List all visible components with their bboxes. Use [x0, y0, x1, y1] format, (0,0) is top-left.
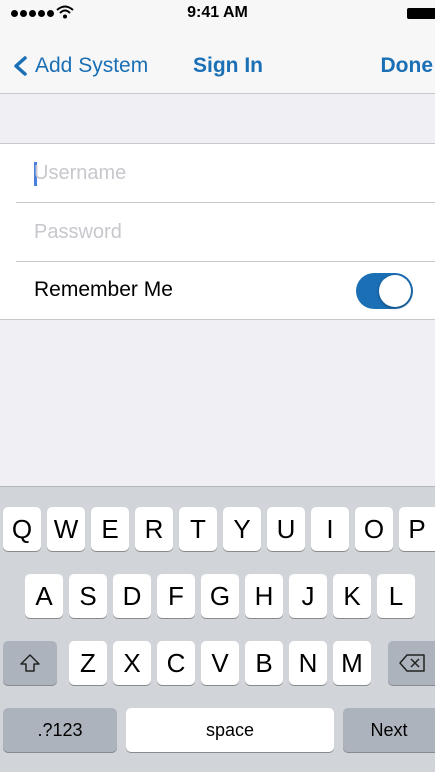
key-y[interactable]: Y: [223, 507, 261, 551]
key-q[interactable]: Q: [3, 507, 41, 551]
remember-me-toggle[interactable]: [356, 273, 413, 309]
delete-key[interactable]: [388, 641, 435, 685]
status-bar: 9:41 AM: [0, 0, 435, 40]
key-a[interactable]: A: [25, 574, 63, 618]
done-button[interactable]: Done: [381, 54, 434, 78]
key-s[interactable]: S: [69, 574, 107, 618]
keyboard-row-4: .?123 space Next: [0, 708, 435, 752]
key-u[interactable]: U: [267, 507, 305, 551]
key-c[interactable]: C: [157, 641, 195, 685]
battery-icon: [407, 8, 435, 19]
keyboard: Q W E R T Y U I O P A S D F G H J K L Z …: [0, 486, 435, 772]
status-time: 9:41 AM: [187, 4, 248, 21]
key-l[interactable]: L: [377, 574, 415, 618]
key-z[interactable]: Z: [69, 641, 107, 685]
key-j[interactable]: J: [289, 574, 327, 618]
back-button[interactable]: Add System: [12, 51, 148, 81]
key-m[interactable]: M: [333, 641, 371, 685]
shift-icon: [20, 654, 40, 672]
keyboard-row-2: A S D F G H J K L: [0, 574, 435, 618]
delete-icon: [398, 654, 425, 672]
keyboard-row-1: Q W E R T Y U I O P: [0, 507, 435, 551]
sign-in-form: Remember Me: [0, 143, 435, 320]
navigation-bar: Add System Sign In Done: [0, 40, 435, 94]
chevron-left-icon: [14, 56, 27, 76]
next-key[interactable]: Next: [343, 708, 435, 752]
key-o[interactable]: O: [355, 507, 393, 551]
password-field[interactable]: [34, 214, 424, 250]
key-v[interactable]: V: [201, 641, 239, 685]
key-h[interactable]: H: [245, 574, 283, 618]
key-d[interactable]: D: [113, 574, 151, 618]
key-t[interactable]: T: [179, 507, 217, 551]
username-row: [0, 144, 435, 203]
key-x[interactable]: X: [113, 641, 151, 685]
key-n[interactable]: N: [289, 641, 327, 685]
page-title: Sign In: [193, 54, 263, 77]
key-w[interactable]: W: [47, 507, 85, 551]
numbers-key[interactable]: .?123: [3, 708, 117, 752]
username-field[interactable]: [34, 155, 424, 191]
key-f[interactable]: F: [157, 574, 195, 618]
key-b[interactable]: B: [245, 641, 283, 685]
key-r[interactable]: R: [135, 507, 173, 551]
key-p[interactable]: P: [399, 507, 435, 551]
keyboard-row-3: Z X C V B N M: [0, 641, 435, 685]
space-key[interactable]: space: [126, 708, 334, 752]
toggle-knob: [379, 275, 411, 307]
remember-me-label: Remember Me: [34, 278, 173, 301]
remember-me-row: Remember Me: [0, 262, 435, 321]
password-row: [0, 203, 435, 262]
shift-key[interactable]: [3, 641, 57, 685]
key-i[interactable]: I: [311, 507, 349, 551]
key-g[interactable]: G: [201, 574, 239, 618]
back-button-label: Add System: [35, 54, 149, 77]
key-k[interactable]: K: [333, 574, 371, 618]
key-e[interactable]: E: [91, 507, 129, 551]
